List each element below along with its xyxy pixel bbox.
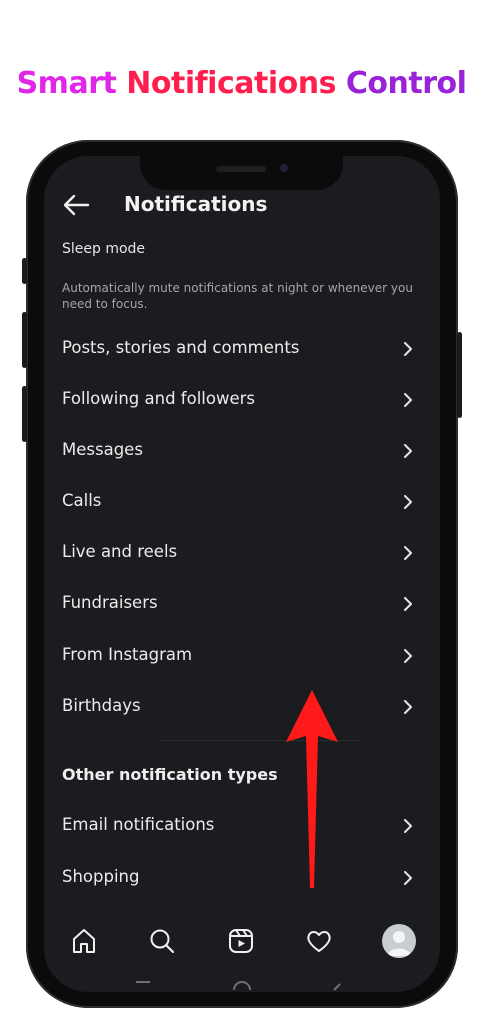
setting-from-instagram[interactable]: From Instagram	[44, 634, 440, 678]
setting-label: Live and reels	[62, 542, 178, 561]
arrow-left-icon	[63, 194, 90, 216]
phone-volume-down-button	[22, 386, 27, 442]
setting-fundraisers[interactable]: Fundraisers	[44, 582, 440, 626]
setting-shopping[interactable]: Shopping	[44, 856, 440, 900]
nav-profile-avatar[interactable]	[382, 924, 416, 958]
setting-email-notifications[interactable]: Email notifications	[44, 804, 440, 848]
scroll-up-annotation-arrow-icon	[286, 690, 338, 888]
phone-power-button	[457, 332, 462, 418]
setting-messages[interactable]: Messages	[44, 429, 440, 473]
chevron-right-icon	[404, 495, 412, 509]
setting-label: Email notifications	[62, 815, 215, 834]
setting-label: Posts, stories and comments	[62, 338, 300, 357]
banner-word-smart: Smart	[16, 66, 117, 101]
chevron-right-icon	[404, 546, 412, 560]
reels-icon	[229, 929, 253, 953]
other-notifications-heading: Other notification types	[62, 765, 278, 784]
system-navigation-bar	[136, 981, 341, 991]
search-icon	[150, 929, 175, 954]
chevron-right-icon	[404, 819, 412, 833]
profile-avatar-icon	[387, 931, 411, 956]
chevron-right-icon	[404, 393, 412, 407]
page-title: Notifications	[124, 192, 268, 216]
back-button[interactable]	[62, 192, 90, 218]
banner-word-notifications: Notifications	[126, 66, 336, 101]
earpiece-speaker	[216, 166, 266, 172]
phone-notch	[140, 150, 343, 190]
heart-icon	[307, 931, 331, 952]
chevron-right-icon	[404, 649, 412, 663]
home-icon	[73, 929, 95, 953]
chevron-right-icon	[404, 342, 412, 356]
nav-search-button[interactable]	[146, 926, 178, 956]
setting-live-reels[interactable]: Live and reels	[44, 531, 440, 575]
setting-label: Fundraisers	[62, 593, 158, 612]
sleep-mode-title[interactable]: Sleep mode	[62, 241, 145, 257]
sleep-mode-description: Automatically mute notifications at nigh…	[62, 281, 413, 311]
setting-birthdays[interactable]: Birthdays	[44, 685, 440, 729]
setting-label: Messages	[62, 440, 143, 459]
setting-label: Shopping	[62, 867, 140, 886]
banner-headline: Smart Notifications Control	[0, 66, 483, 101]
setting-following-followers[interactable]: Following and followers	[44, 378, 440, 422]
banner-word-control: Control	[345, 66, 467, 101]
chevron-right-icon	[404, 597, 412, 611]
setting-label: Following and followers	[62, 389, 255, 408]
setting-posts-stories-comments[interactable]: Posts, stories and comments	[44, 327, 440, 371]
front-camera	[280, 164, 288, 172]
phone-volume-up-button	[22, 312, 27, 368]
setting-calls[interactable]: Calls	[44, 480, 440, 524]
nav-activity-button[interactable]	[303, 926, 335, 956]
nav-home-button[interactable]	[68, 926, 100, 956]
chevron-right-icon	[404, 444, 412, 458]
chevron-right-icon	[404, 700, 412, 714]
setting-label: From Instagram	[62, 645, 193, 664]
chevron-right-icon	[404, 871, 412, 885]
setting-label: Birthdays	[62, 696, 141, 715]
nav-reels-button[interactable]	[225, 926, 257, 956]
setting-label: Calls	[62, 491, 102, 510]
phone-side-button	[22, 258, 27, 284]
